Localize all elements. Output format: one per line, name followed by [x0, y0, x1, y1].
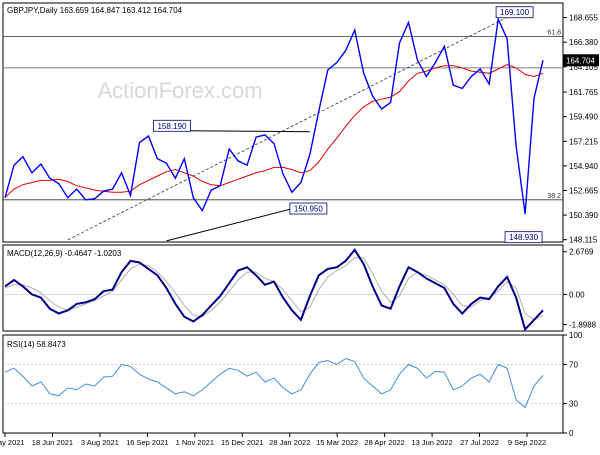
- x-axis-tick-label: 3 Aug 2021: [81, 438, 119, 447]
- x-axis-tick-label: 9 Sep 2022: [508, 438, 546, 447]
- x-axis-tick-label: 5 May 2021: [0, 438, 25, 447]
- rsi-y-tick-label: 70: [569, 360, 578, 369]
- price-y-tick-label: 166.380: [569, 38, 598, 47]
- rsi-y-tick-label: 30: [569, 400, 578, 409]
- rsi-header: RSI(14) 58.8473: [7, 340, 66, 349]
- rsi-y-tick-label: 0: [569, 429, 574, 438]
- chart-root: ActionForex.com GBPJPY,Daily 163.659 164…: [0, 0, 600, 450]
- x-axis-tick-label: 28 Apr 2022: [364, 438, 404, 447]
- rsi-y-tick-label: 100: [569, 331, 583, 340]
- fib-level-label: 61.8: [547, 30, 561, 37]
- price-annotation-label: 169.100: [500, 8, 529, 17]
- x-axis-tick-label: 27 Jul 2022: [460, 438, 499, 447]
- x-axis-tick-label: 28 Jan 2022: [269, 438, 310, 447]
- last-price-label: 164.704: [566, 56, 595, 65]
- x-axis-tick-label: 18 Jun 2021: [32, 438, 73, 447]
- price-y-tick-label: 152.665: [569, 186, 598, 195]
- macd-y-tick-label: 0.00: [569, 290, 585, 299]
- price-annotation-label: 148.930: [509, 233, 538, 242]
- price-y-tick-label: 168.655: [569, 14, 598, 23]
- x-axis-tick-label: 15 Mar 2022: [316, 438, 358, 447]
- fib-level-label: 38.2: [547, 193, 561, 200]
- x-axis-tick-label: 1 Nov 2021: [176, 438, 214, 447]
- price-y-tick-label: 161.765: [569, 88, 598, 97]
- x-axis-tick-label: 13 Jun 2022: [411, 438, 452, 447]
- macd-y-tick-label: 2.6769: [569, 248, 594, 257]
- price-annotation-label: 150.950: [294, 205, 323, 214]
- price-header: GBPJPY,Daily 163.659 164.847 163.412 164…: [7, 6, 183, 15]
- price-y-tick-label: 148.115: [569, 236, 598, 245]
- price-y-tick-label: 154.940: [569, 162, 598, 171]
- price-y-tick-label: 159.490: [569, 113, 598, 122]
- macd-header: MACD(12,26,9) -0.4647 -1.0203: [7, 249, 122, 258]
- chart-canvas: ActionForex.com GBPJPY,Daily 163.659 164…: [0, 2, 599, 447]
- price-panel: [2, 2, 564, 243]
- x-axis-tick-label: 15 Dec 2021: [221, 438, 264, 447]
- watermark: ActionForex.com: [97, 78, 262, 103]
- macd-y-tick-label: -1.8988: [569, 321, 597, 330]
- price-y-tick-label: 157.215: [569, 137, 598, 146]
- x-axis-tick-label: 16 Sep 2021: [126, 438, 169, 447]
- price-y-tick-label: 150.390: [569, 211, 598, 220]
- price-annotation-label: 158.190: [157, 122, 186, 131]
